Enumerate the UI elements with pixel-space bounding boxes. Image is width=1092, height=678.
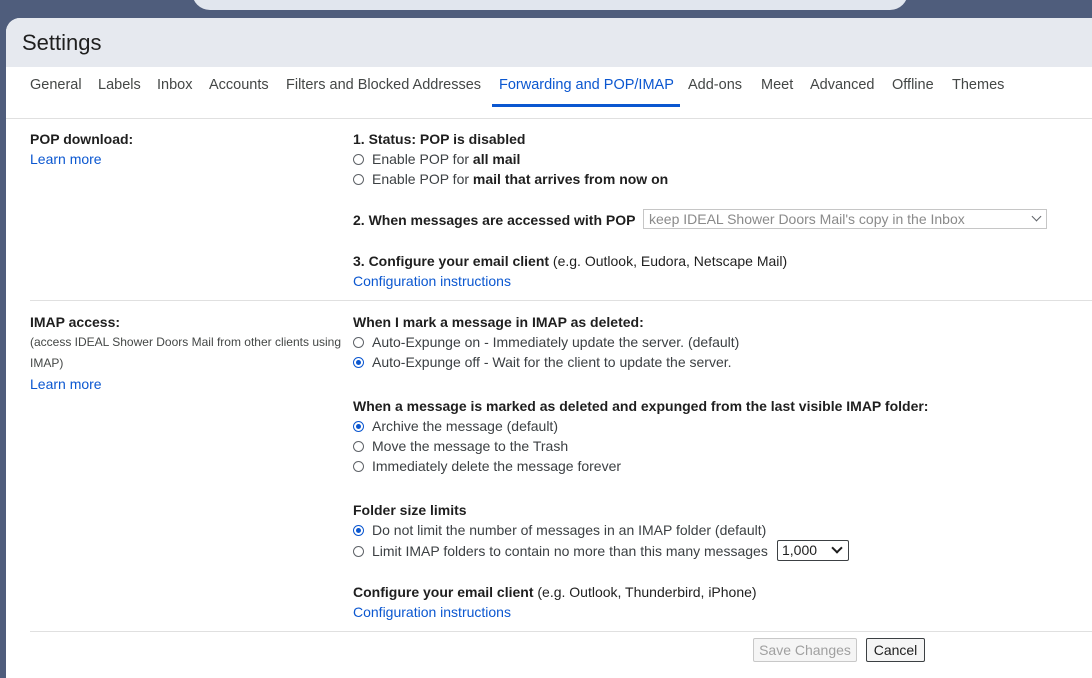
- imap-learn-more-link[interactable]: Learn more: [30, 376, 102, 392]
- pop-config-instructions-link[interactable]: Configuration instructions: [353, 273, 511, 289]
- radio-checked-icon[interactable]: [353, 356, 364, 368]
- imap-configure-bold: Configure your email client: [353, 584, 534, 600]
- tab-meet[interactable]: Meet: [761, 77, 793, 93]
- no-limit-option[interactable]: Do not limit the number of messages in a…: [353, 522, 766, 538]
- radio-icon[interactable]: [353, 440, 364, 452]
- no-limit-label: Do not limit the number of messages in a…: [372, 522, 767, 538]
- delete-forever-label: Immediately delete the message forever: [372, 458, 622, 474]
- chevron-down-icon: [1031, 211, 1042, 222]
- tab-general[interactable]: General: [30, 77, 82, 93]
- pop-access-label: 2. When messages are accessed with POP: [353, 212, 636, 228]
- delete-forever-option[interactable]: Immediately delete the message forever: [353, 458, 621, 474]
- page-title: Settings: [22, 30, 102, 55]
- pop-enable-new-option[interactable]: Enable POP for mail that arrives from no…: [353, 171, 668, 187]
- folder-size-heading: Folder size limits: [353, 502, 467, 518]
- pop-enable-all-bold: all mail: [472, 151, 521, 167]
- section-divider: [30, 300, 1092, 301]
- auto-expunge-off-option[interactable]: Auto-Expunge off - Wait for the client t…: [353, 354, 732, 370]
- pop-enable-new-bold: mail that arrives from now on: [472, 171, 669, 187]
- settings-tabs: General Labels Inbox Accounts Filters an…: [6, 67, 1092, 119]
- folder-limit-value: 1,000: [782, 542, 818, 558]
- tab-accounts[interactable]: Accounts: [209, 77, 269, 93]
- tab-offline[interactable]: Offline: [892, 77, 934, 93]
- imap-expunged-heading: When a message is marked as deleted and …: [353, 398, 929, 414]
- settings-header: Settings: [6, 18, 1092, 67]
- section-divider: [30, 631, 1092, 632]
- tab-filters[interactable]: Filters and Blocked Addresses: [286, 77, 481, 93]
- limit-option[interactable]: Limit IMAP folders to contain no more th…: [353, 543, 768, 559]
- active-tab-indicator: [492, 104, 680, 107]
- chevron-down-icon: [831, 542, 843, 554]
- radio-icon[interactable]: [353, 460, 364, 472]
- pop-access-select[interactable]: keep IDEAL Shower Doors Mail's copy in t…: [643, 209, 1047, 229]
- limit-label: Limit IMAP folders to contain no more th…: [372, 543, 768, 559]
- imap-access-description: (access IDEAL Shower Doors Mail from oth…: [30, 335, 342, 370]
- cancel-button[interactable]: Cancel: [866, 638, 925, 662]
- search-bar[interactable]: [192, 0, 908, 10]
- archive-option[interactable]: Archive the message (default): [353, 418, 558, 434]
- radio-checked-icon[interactable]: [353, 420, 364, 432]
- pop-learn-more-link[interactable]: Learn more: [30, 151, 102, 167]
- tab-forwarding-pop-imap[interactable]: Forwarding and POP/IMAP: [499, 77, 674, 93]
- folder-limit-select[interactable]: 1,000: [777, 540, 849, 561]
- imap-deleted-heading: When I mark a message in IMAP as deleted…: [353, 314, 644, 330]
- imap-access-label: IMAP access:: [30, 314, 121, 330]
- tab-themes[interactable]: Themes: [952, 77, 1004, 93]
- tab-inbox[interactable]: Inbox: [157, 77, 192, 93]
- pop-configure-text: 3. Configure your email client (e.g. Out…: [353, 253, 787, 269]
- pop-configure-rest: (e.g. Outlook, Eudora, Netscape Mail): [549, 253, 788, 269]
- radio-checked-icon[interactable]: [353, 524, 364, 536]
- imap-configure-text: Configure your email client (e.g. Outloo…: [353, 584, 757, 600]
- tab-add-ons[interactable]: Add-ons: [688, 77, 742, 93]
- pop-access-select-value: keep IDEAL Shower Doors Mail's copy in t…: [649, 211, 965, 227]
- save-changes-button[interactable]: Save Changes: [753, 638, 857, 662]
- trash-label: Move the message to the Trash: [372, 438, 569, 454]
- radio-icon[interactable]: [353, 173, 364, 185]
- pop-enable-new-prefix: Enable POP for: [372, 171, 470, 187]
- tab-advanced[interactable]: Advanced: [810, 77, 875, 93]
- trash-option[interactable]: Move the message to the Trash: [353, 438, 568, 454]
- pop-enable-all-option[interactable]: Enable POP for all mail: [353, 151, 520, 167]
- pop-download-label: POP download:: [30, 131, 134, 147]
- imap-config-instructions-link[interactable]: Configuration instructions: [353, 604, 511, 620]
- radio-icon[interactable]: [353, 336, 364, 348]
- tab-labels[interactable]: Labels: [98, 77, 141, 93]
- pop-status: 1. Status: POP is disabled: [353, 131, 526, 147]
- pop-configure-bold: 3. Configure your email client: [353, 253, 550, 269]
- pop-enable-all-prefix: Enable POP for: [372, 151, 470, 167]
- auto-expunge-off-label: Auto-Expunge off - Wait for the client t…: [372, 354, 732, 370]
- auto-expunge-on-label: Auto-Expunge on - Immediately update the…: [372, 334, 740, 350]
- imap-configure-rest: (e.g. Outlook, Thunderbird, iPhone): [533, 584, 757, 600]
- auto-expunge-on-option[interactable]: Auto-Expunge on - Immediately update the…: [353, 334, 739, 350]
- archive-label: Archive the message (default): [372, 418, 558, 434]
- radio-icon[interactable]: [353, 545, 364, 557]
- settings-panel: Settings General Labels Inbox Accounts F…: [6, 18, 1092, 678]
- radio-icon[interactable]: [353, 153, 364, 165]
